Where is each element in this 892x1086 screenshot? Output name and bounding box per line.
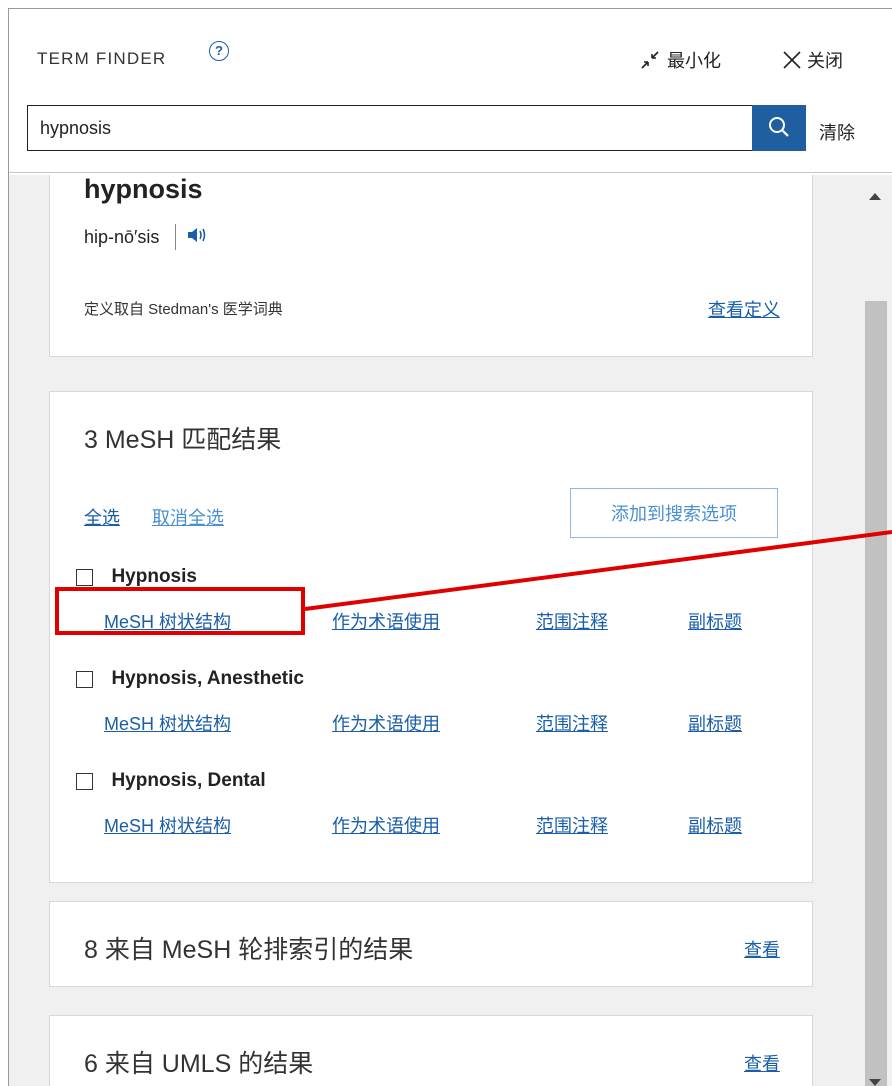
permuted-index-card: 8 来自 MeSH 轮排索引的结果 查看 [49,901,813,987]
speaker-icon[interactable] [186,225,208,250]
vertical-scrollbar[interactable] [859,175,892,1086]
question-circle-icon[interactable]: ? [209,41,229,61]
mesh-tree-link[interactable]: MeSH 树状结构 [104,710,231,736]
use-as-term-link[interactable]: 作为术语使用 [332,812,440,838]
view-definition-link[interactable]: 查看定义 [708,296,780,322]
permuted-index-results: 8 来自 MeSH 轮排索引的结果 [84,936,414,964]
subheadings-link[interactable]: 副标题 [688,812,742,838]
umls-results: 6 来自 UMLS 的结果 [84,1050,314,1078]
search-button[interactable] [752,105,806,151]
term-checkbox[interactable] [76,670,93,688]
term-name: Hypnosis, Dental [111,770,266,791]
scroll-up-arrow-icon[interactable] [869,193,881,200]
minimize-button[interactable]: 最小化 [639,47,721,73]
term-checkbox[interactable] [76,568,93,586]
add-to-search-button[interactable]: 添加到搜索选项 [570,488,778,538]
select-all-link[interactable]: 全选 [84,504,120,530]
scope-note-link[interactable]: 范围注释 [536,710,608,736]
pronunciation-text: hip-nō′sis [84,226,160,247]
close-icon [781,49,803,71]
scroll-thumb[interactable] [865,301,887,1086]
permuted-index-view-link[interactable]: 查看 [744,936,780,962]
umls-view-link[interactable]: 查看 [744,1050,780,1076]
search-icon [767,115,791,142]
definition-source: 定义取自 Stedman's 医学词典 [84,301,283,318]
use-as-term-link[interactable]: 作为术语使用 [332,608,440,634]
mesh-term-row: Hypnosis, Dental [76,770,266,792]
mesh-results-card: 3 MeSH 匹配结果 全选 取消全选 添加到搜索选项 Hypnosis MeS… [49,391,813,883]
close-button[interactable]: 关闭 [781,47,843,73]
minimize-icon [639,49,661,71]
scope-note-link[interactable]: 范围注释 [536,812,608,838]
close-label: 关闭 [807,51,843,71]
umls-card: 6 来自 UMLS 的结果 查看 [49,1015,813,1086]
term-name: Hypnosis [111,566,197,587]
deselect-all-link[interactable]: 取消全选 [152,504,224,530]
term-search-input[interactable] [27,105,753,151]
definition-card: hypnosis hip-nō′sis 定义取自 Stedman's 医学词典 … [49,175,813,357]
scroll-down-arrow-icon[interactable] [869,1079,881,1086]
term-finder-panel: TERM FINDER ? 最小化 关闭 hypnosis 清除 hypnosi… [8,8,892,1086]
term-finder-header: TERM FINDER ? 最小化 关闭 hypnosis 清除 [9,9,892,173]
pronunciation-row: hip-nō′sis [84,224,208,250]
mesh-term-row: Hypnosis [76,566,197,588]
subheadings-link[interactable]: 副标题 [688,608,742,634]
term-name: Hypnosis, Anesthetic [111,668,304,689]
mesh-tree-link[interactable]: MeSH 树状结构 [104,812,231,838]
term-checkbox[interactable] [76,772,93,790]
mesh-tree-link[interactable]: MeSH 树状结构 [104,608,231,634]
scope-note-link[interactable]: 范围注释 [536,608,608,634]
panel-title: TERM FINDER [37,49,167,68]
subheadings-link[interactable]: 副标题 [688,710,742,736]
mesh-results-heading: 3 MeSH 匹配结果 [84,426,282,454]
definition-term: hypnosis [84,175,203,204]
minimize-label: 最小化 [667,51,721,71]
use-as-term-link[interactable]: 作为术语使用 [332,710,440,736]
pronunciation-divider [175,224,177,250]
results-scroll-area: hypnosis hip-nō′sis 定义取自 Stedman's 医学词典 … [9,175,892,1086]
clear-button[interactable]: 清除 [819,119,855,145]
mesh-term-row: Hypnosis, Anesthetic [76,668,304,690]
